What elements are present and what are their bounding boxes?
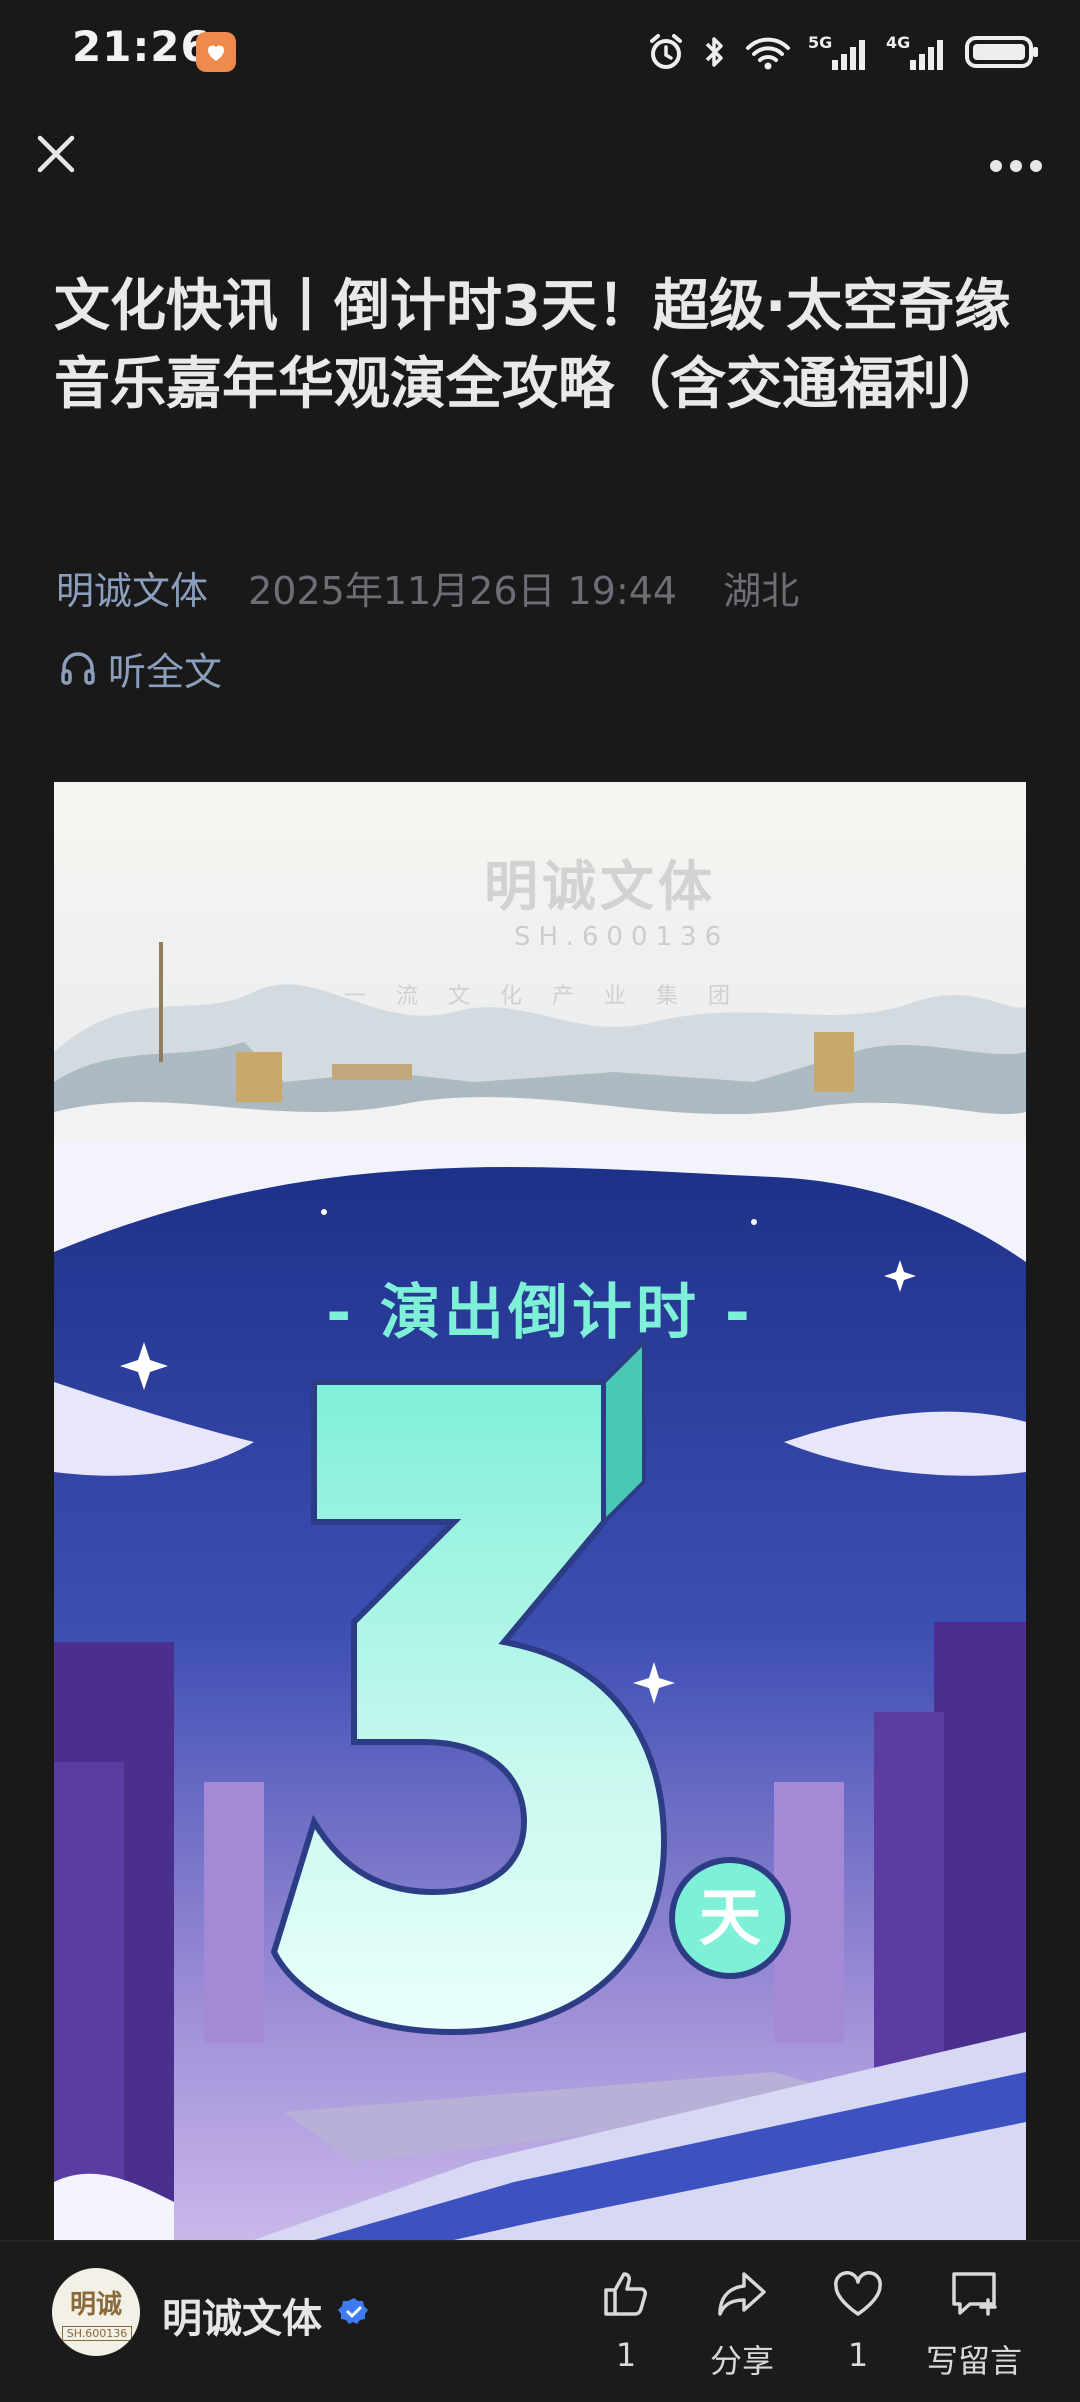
status-bar: 21:26 5G 4G bbox=[0, 0, 1080, 100]
article-poster-image[interactable]: 明诚文体 SH.600136 一流文化产业集团 - 演出倒计时 - 天 bbox=[54, 782, 1026, 2240]
wifi-icon bbox=[746, 37, 790, 70]
more-options-button[interactable] bbox=[976, 122, 1056, 186]
heart-icon bbox=[834, 2271, 882, 2316]
status-time: 21:26 bbox=[72, 22, 211, 71]
like-count: 1 bbox=[615, 2336, 637, 2374]
poster-watermark-name: 明诚文体 bbox=[484, 855, 716, 918]
share-label: 分享 bbox=[709, 2342, 774, 2380]
app-notification-icon bbox=[196, 32, 236, 72]
write-comment-label: 写留言 bbox=[925, 2342, 1022, 2380]
headphones-icon bbox=[61, 652, 95, 685]
network-5g-label: 5G bbox=[808, 33, 832, 52]
poster-headline: - 演出倒计时 - bbox=[326, 1278, 754, 1348]
share-button[interactable]: 分享 bbox=[682, 2266, 802, 2382]
signal-4g-icon: 4G bbox=[886, 33, 943, 70]
poster-watermark-slogan: 一流文化产业集团 bbox=[344, 984, 761, 1009]
thumbs-up-icon bbox=[604, 2272, 647, 2316]
author-link[interactable]: 明诚文体 bbox=[56, 569, 208, 613]
publish-location: 湖北 bbox=[723, 569, 800, 613]
account-avatar[interactable]: 明诚 SH.600136 bbox=[52, 2268, 140, 2356]
alarm-icon bbox=[650, 34, 682, 69]
favorite-button[interactable]: 1 bbox=[798, 2266, 918, 2374]
comment-add-icon bbox=[952, 2272, 997, 2316]
signal-5g-icon: 5G bbox=[808, 33, 865, 70]
article-title: 文化快讯丨倒计时3天！超级·太空奇缘音乐嘉年华观演全攻略（含交通福利） bbox=[54, 274, 1011, 417]
favorite-count: 1 bbox=[847, 2336, 869, 2374]
close-icon bbox=[37, 135, 75, 173]
publish-date: 2025年11月26日 19:44 bbox=[248, 569, 678, 613]
poster-count-unit: 天 bbox=[698, 1881, 761, 1954]
listen-article-button[interactable]: 听全文 bbox=[58, 640, 222, 696]
more-icon bbox=[990, 160, 1042, 172]
write-comment-button[interactable]: 写留言 bbox=[914, 2266, 1034, 2382]
listen-label: 听全文 bbox=[108, 649, 223, 694]
bottom-action-bar: 明诚 SH.600136 明诚文体 1 分享 1 写留言 bbox=[0, 2240, 1080, 2402]
like-button[interactable]: 1 bbox=[566, 2266, 686, 2374]
top-bar bbox=[0, 110, 1080, 202]
account-name[interactable]: 明诚文体 bbox=[162, 2286, 322, 2344]
bluetooth-icon bbox=[705, 37, 723, 67]
avatar-logo-code: SH.600136 bbox=[62, 2326, 132, 2341]
system-icons: 5G 4G bbox=[646, 30, 1040, 74]
article-meta: 明诚文体 2025年11月26日 19:44 湖北 bbox=[56, 560, 799, 615]
verified-badge-icon bbox=[338, 2298, 368, 2324]
poster-watermark-code: SH.600136 bbox=[514, 922, 730, 952]
close-button[interactable] bbox=[24, 122, 88, 186]
avatar-logo-text: 明诚 bbox=[69, 2290, 122, 2320]
share-icon bbox=[718, 2272, 766, 2316]
network-4g-label: 4G bbox=[886, 33, 910, 52]
battery-icon bbox=[965, 36, 1038, 68]
